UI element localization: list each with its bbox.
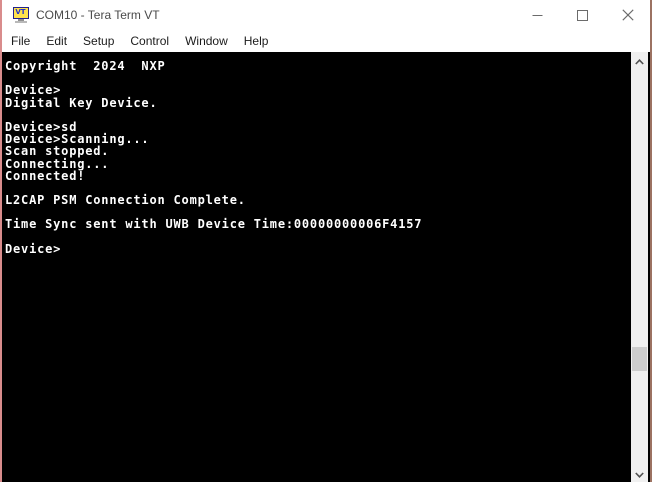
terminal-line: Digital Key Device. — [5, 96, 631, 108]
teraterm-vt-icon[interactable]: VT — [12, 7, 29, 24]
terminal-line — [5, 181, 631, 193]
vt-icon-base — [15, 21, 27, 23]
terminal-line — [5, 205, 631, 217]
teraterm-window: VT COM10 - Tera Term VT — [0, 0, 652, 482]
menubar: File Edit Setup Control Window Help — [2, 30, 650, 52]
scrollbar-thumb[interactable] — [632, 347, 647, 371]
terminal-line: Device>Scanning... — [5, 132, 631, 144]
terminal-output[interactable]: Copyright 2024 NXP Device> Digital Key D… — [4, 52, 631, 482]
terminal-line: Connected! — [5, 169, 631, 181]
terminal-line: Copyright 2024 NXP — [5, 59, 631, 71]
maximize-icon — [577, 10, 588, 21]
minimize-icon — [532, 10, 543, 21]
terminal-line: Time Sync sent with UWB Device Time:0000… — [5, 217, 631, 229]
chevron-up-icon — [635, 52, 644, 70]
menu-item-window[interactable]: Window — [177, 30, 236, 52]
menu-item-help[interactable]: Help — [236, 30, 277, 52]
scroll-up-button[interactable] — [631, 52, 648, 69]
terminal-line: Device> — [5, 242, 631, 254]
close-button[interactable] — [605, 0, 650, 30]
menu-item-file[interactable]: File — [3, 30, 38, 52]
terminal-line: Device>sd — [5, 120, 631, 132]
window-title: COM10 - Tera Term VT — [36, 8, 160, 22]
scroll-down-button[interactable] — [631, 465, 648, 482]
menu-item-setup[interactable]: Setup — [75, 30, 122, 52]
menu-item-control[interactable]: Control — [122, 30, 177, 52]
minimize-button[interactable] — [515, 0, 560, 30]
close-icon — [622, 9, 634, 21]
menu-item-edit[interactable]: Edit — [38, 30, 75, 52]
terminal-line — [5, 108, 631, 120]
vt-icon-screen: VT — [13, 7, 29, 19]
terminal-line: Connecting... — [5, 157, 631, 169]
terminal-line: L2CAP PSM Connection Complete. — [5, 193, 631, 205]
maximize-button[interactable] — [560, 0, 605, 30]
terminal-line — [5, 230, 631, 242]
titlebar: VT COM10 - Tera Term VT — [2, 0, 650, 30]
caption-buttons — [515, 0, 650, 30]
terminal-line: Device> — [5, 83, 631, 95]
terminal-line: Scan stopped. — [5, 144, 631, 156]
terminal-line — [5, 71, 631, 83]
vertical-scrollbar[interactable] — [631, 52, 648, 482]
chevron-down-icon — [635, 465, 644, 482]
